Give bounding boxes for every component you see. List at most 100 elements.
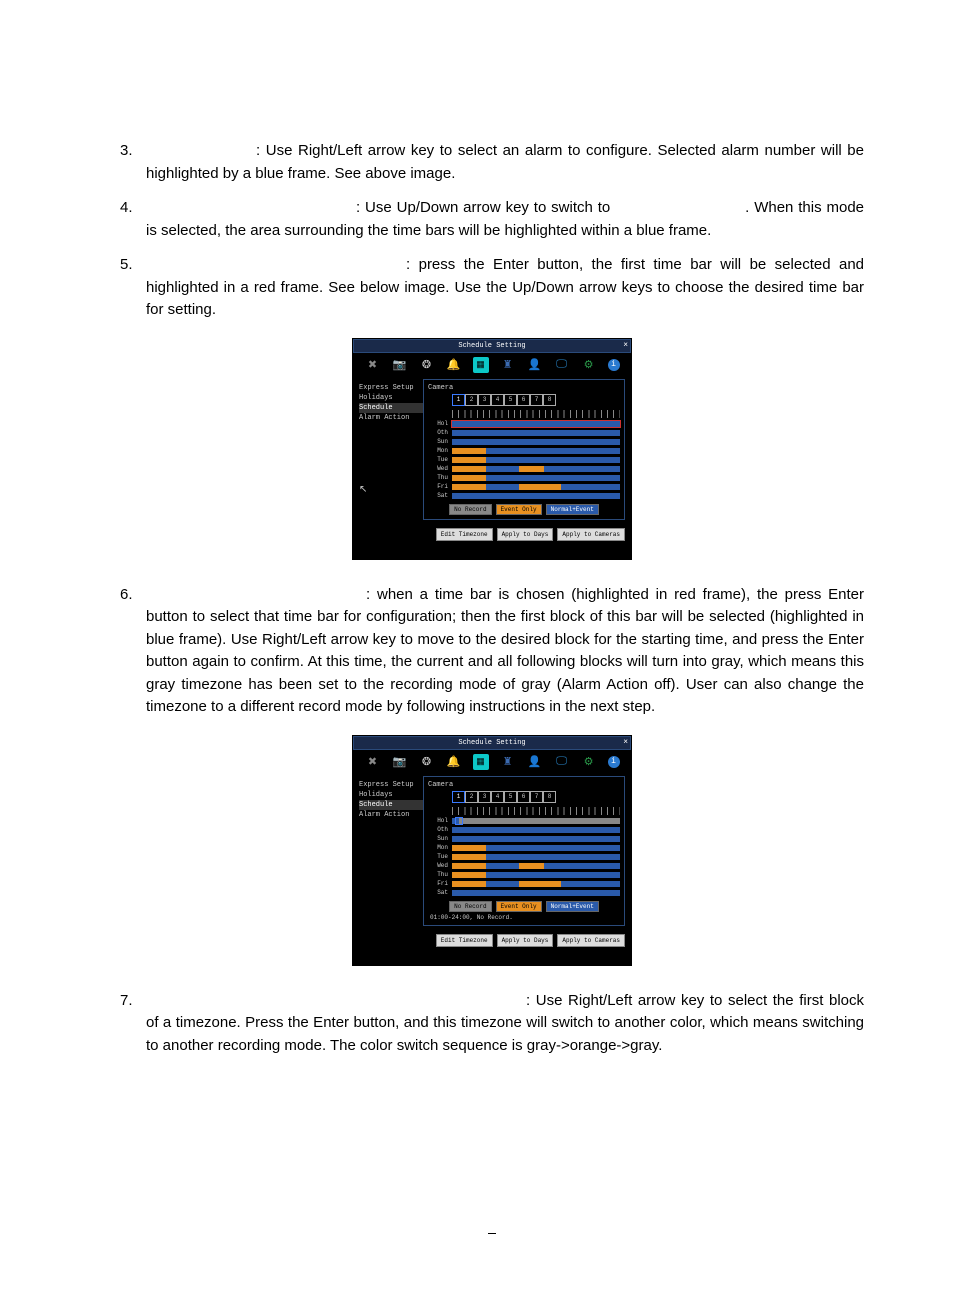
sidebar-item[interactable]: Holidays	[359, 393, 423, 403]
network-icon[interactable]: ♜	[500, 357, 516, 373]
wrench-icon[interactable]: ✖	[365, 357, 381, 373]
dvr-window: Schedule Setting × ✖ 📷 ❂ 🔔 ▦ ♜ 👤 🖵 ⚙ i E…	[352, 338, 632, 560]
user-icon[interactable]: 👤	[527, 754, 543, 770]
time-bar[interactable]	[452, 448, 620, 454]
step-number: 7.	[120, 990, 146, 1058]
day-label: Thu	[428, 474, 452, 481]
sidebar-item[interactable]: Alarm Action	[359, 810, 423, 820]
camera-cell[interactable]: 1	[452, 394, 465, 406]
time-bar[interactable]	[452, 827, 620, 833]
time-bar[interactable]	[452, 845, 620, 851]
dvr-sidebar: Express Setup Holidays Schedule Alarm Ac…	[359, 776, 423, 926]
time-bar[interactable]	[452, 854, 620, 860]
close-icon[interactable]: ×	[623, 738, 628, 747]
step-body: : Use Right/Left arrow key to select an …	[146, 140, 864, 185]
step-number: 3.	[120, 140, 146, 185]
day-label: Wed	[428, 862, 452, 869]
close-icon[interactable]: ×	[623, 341, 628, 350]
sidebar-item[interactable]: Express Setup	[359, 780, 423, 790]
camera-cell[interactable]: 7	[530, 791, 543, 803]
monitor-icon[interactable]: 🖵	[554, 357, 570, 373]
sidebar-item[interactable]: Express Setup	[359, 383, 423, 393]
time-bar[interactable]	[452, 836, 620, 842]
figure-2: Schedule Setting × ✖ 📷 ❂ 🔔 ▦ ♜ 👤 🖵 ⚙ i E…	[120, 735, 864, 966]
dvr-titlebar: Schedule Setting ×	[353, 736, 631, 750]
time-bar[interactable]	[452, 466, 620, 472]
bell-icon[interactable]: 🔔	[446, 754, 462, 770]
globe-icon[interactable]: ❂	[419, 357, 435, 373]
apply-to-days-button[interactable]: Apply to Days	[497, 934, 554, 947]
camera-cell[interactable]: 8	[543, 394, 556, 406]
day-label: Sun	[428, 835, 452, 842]
time-bar[interactable]	[452, 484, 620, 490]
schedule-icon[interactable]: ▦	[473, 357, 489, 373]
camera-cell[interactable]: 6	[517, 791, 530, 803]
info-icon[interactable]: i	[608, 359, 620, 371]
gear-icon[interactable]: ⚙	[581, 357, 597, 373]
edit-timezone-button[interactable]: Edit Timezone	[436, 528, 493, 541]
monitor-icon[interactable]: 🖵	[554, 754, 570, 770]
schedule-icon[interactable]: ▦	[473, 754, 489, 770]
camera-cell[interactable]: 8	[543, 791, 556, 803]
camera-row: 1 2 3 4 5 6 7 8	[452, 394, 620, 406]
camera-icon[interactable]: 📷	[392, 357, 408, 373]
globe-icon[interactable]: ❂	[419, 754, 435, 770]
camera-cell[interactable]: 2	[465, 394, 478, 406]
camera-cell[interactable]: 5	[504, 394, 517, 406]
time-bar[interactable]	[452, 457, 620, 463]
time-bar[interactable]	[452, 421, 620, 427]
edit-timezone-button[interactable]: Edit Timezone	[436, 934, 493, 947]
apply-to-cameras-button[interactable]: Apply to Cameras	[557, 934, 625, 947]
day-label: Fri	[428, 483, 452, 490]
time-bar[interactable]	[452, 439, 620, 445]
camera-cell[interactable]: 3	[478, 791, 491, 803]
time-bar[interactable]	[452, 863, 620, 869]
time-bar[interactable]	[452, 475, 620, 481]
day-label: Tue	[428, 853, 452, 860]
day-label: Mon	[428, 447, 452, 454]
camera-cell[interactable]: 4	[491, 394, 504, 406]
time-bar[interactable]	[452, 430, 620, 436]
time-bar[interactable]	[452, 890, 620, 896]
camera-cell[interactable]: 5	[504, 791, 517, 803]
camera-cell[interactable]: 4	[491, 791, 504, 803]
bell-icon[interactable]: 🔔	[446, 357, 462, 373]
time-bar[interactable]	[452, 872, 620, 878]
step-text: : Use Right/Left arrow key to select the…	[146, 992, 864, 1054]
user-icon[interactable]: 👤	[527, 357, 543, 373]
time-bar[interactable]	[452, 493, 620, 499]
sidebar-item[interactable]: Holidays	[359, 790, 423, 800]
camera-icon[interactable]: 📷	[392, 754, 408, 770]
time-bar[interactable]	[452, 818, 620, 824]
dvr-toolbar: ✖ 📷 ❂ 🔔 ▦ ♜ 👤 🖵 ⚙ i	[353, 353, 631, 377]
step-text: : when a time bar is chosen (highlighted…	[146, 586, 864, 716]
day-label: Mon	[428, 844, 452, 851]
legend-item: Normal+Event	[546, 504, 599, 515]
apply-to-cameras-button[interactable]: Apply to Cameras	[557, 528, 625, 541]
camera-cell[interactable]: 2	[465, 791, 478, 803]
sidebar-item-selected[interactable]: Schedule	[359, 800, 423, 810]
day-label: Fri	[428, 880, 452, 887]
camera-cell[interactable]: 6	[517, 394, 530, 406]
network-icon[interactable]: ♜	[500, 754, 516, 770]
legend-item: Event Only	[496, 901, 542, 912]
legend-item: Normal+Event	[546, 901, 599, 912]
apply-to-days-button[interactable]: Apply to Days	[497, 528, 554, 541]
wrench-icon[interactable]: ✖	[365, 754, 381, 770]
info-icon[interactable]: i	[608, 756, 620, 768]
camera-cell[interactable]: 1	[452, 791, 465, 803]
time-bar[interactable]	[452, 881, 620, 887]
step-body: : Use Right/Left arrow key to select the…	[146, 990, 864, 1058]
step-3: 3. : Use Right/Left arrow key to select …	[120, 140, 864, 185]
sidebar-item-selected[interactable]: Schedule	[359, 403, 423, 413]
camera-cell[interactable]: 3	[478, 394, 491, 406]
gear-icon[interactable]: ⚙	[581, 754, 597, 770]
legend: No Record Event Only Normal+Event	[428, 504, 620, 515]
legend: No Record Event Only Normal+Event	[428, 901, 620, 912]
step-number: 6.	[120, 584, 146, 719]
camera-cell[interactable]: 7	[530, 394, 543, 406]
sidebar-item[interactable]: Alarm Action	[359, 413, 423, 423]
step-text-a: : Use Up/Down arrow key to switch to	[356, 199, 615, 216]
dvr-main: Camera 1 2 3 4 5 6 7 8 Hol Oth Sun	[423, 776, 625, 926]
time-ruler	[452, 807, 620, 815]
